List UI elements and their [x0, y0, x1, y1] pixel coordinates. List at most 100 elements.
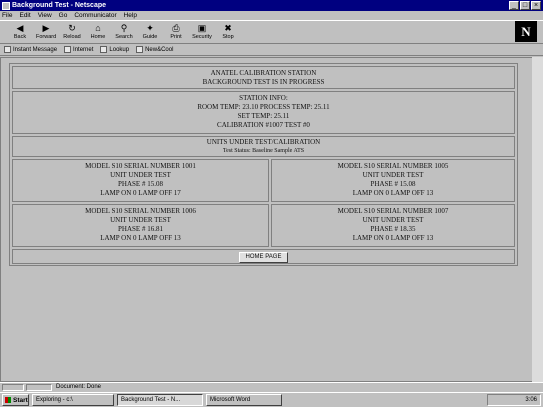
bookmark-icon [100, 46, 108, 53]
guide-button[interactable]: ✦ Guide [140, 23, 160, 43]
task-label: Exploring - c:\ [36, 397, 73, 403]
calibration-number-text: CALIBRATION #1007 TEST #0 [217, 121, 310, 129]
task-label: Background Test - N... [121, 397, 181, 403]
unit-cell-1001: MODEL S10 SERIAL NUMBER 1001 UNIT UNDER … [12, 159, 269, 202]
search-label: Search [115, 34, 133, 40]
unit-lamp: LAMP ON 0 LAMP OFF 17 [100, 189, 181, 197]
vertical-scrollbar[interactable] [532, 57, 543, 382]
unit-serial: MODEL S10 SERIAL NUMBER 1007 [337, 207, 449, 215]
reload-button[interactable]: ↻ Reload [62, 23, 82, 43]
status-table: ANATEL CALIBRATION STATION BACKGROUND TE… [9, 63, 518, 266]
unit-lamp: LAMP ON 0 LAMP OFF 13 [352, 189, 434, 197]
forward-label: Forward [36, 34, 57, 40]
station-info-cell: STATION INFO: ROOM TEMP: 23.10 PROCESS T… [12, 91, 515, 134]
close-button[interactable]: × [531, 1, 541, 10]
menu-bar: File Edit View Go Communicator Help [0, 11, 543, 20]
bookmark-icon [4, 46, 11, 53]
title-bar: Background Test - Netscape _ □ × [0, 0, 543, 11]
forward-button[interactable]: ▶ Forward [36, 23, 56, 43]
print-icon: ⎙ [172, 23, 180, 33]
progress-bar [26, 383, 52, 391]
status-bar: Document: Done [0, 382, 543, 391]
link-label: New&Cool [145, 46, 174, 53]
unit-serial: MODEL S10 SERIAL NUMBER 1006 [85, 207, 196, 215]
home-button[interactable]: ⌂ Home [88, 23, 108, 43]
station-title: ANATEL CALIBRATION STATION [210, 69, 317, 77]
unit-phase: PHASE # 16.81 [118, 225, 163, 233]
back-button[interactable]: ◀ Back [10, 23, 30, 43]
taskbar-netscape[interactable]: Background Test - N... [117, 394, 203, 406]
back-arrow-icon: ◀ [16, 23, 24, 33]
menu-help[interactable]: Help [124, 12, 137, 19]
temperatures-text: ROOM TEMP: 23.10 PROCESS TEMP: 25.11 [197, 103, 330, 111]
bookmark-icon [136, 46, 144, 53]
bookmark-icon [64, 46, 72, 53]
reload-icon: ↻ [68, 23, 76, 33]
guide-label: Guide [142, 34, 158, 40]
test-status-text: Test Status: Baseline Sample ATS [222, 148, 305, 154]
netscape-logo-icon[interactable]: N [515, 21, 537, 42]
window-title: Background Test - Netscape [12, 2, 107, 9]
unit-lamp: LAMP ON 0 LAMP OFF 13 [352, 234, 434, 242]
units-header-cell: UNITS UNDER TEST/CALIBRATION Test Status… [12, 136, 515, 157]
reload-label: Reload [63, 34, 81, 40]
link-label: Instant Message [13, 46, 58, 53]
start-button[interactable]: Start [2, 394, 29, 406]
unit-state: UNIT UNDER TEST [362, 216, 424, 224]
menu-view[interactable]: View [38, 12, 52, 19]
lock-icon: ▣ [197, 23, 207, 33]
unit-state: UNIT UNDER TEST [110, 171, 171, 179]
stop-button[interactable]: ✖ Stop [218, 23, 238, 43]
forward-arrow-icon: ▶ [42, 23, 50, 33]
link-internet[interactable]: Internet [64, 46, 93, 53]
taskbar-word[interactable]: Microsoft Word [206, 394, 282, 406]
unit-cell-1007: MODEL S10 SERIAL NUMBER 1007 UNIT UNDER … [271, 204, 515, 247]
unit-state: UNIT UNDER TEST [362, 171, 424, 179]
station-info-heading: STATION INFO: [239, 94, 288, 102]
taskbar-explorer[interactable]: Exploring - c:\ [32, 394, 114, 406]
taskbar: Start Exploring - c:\ Background Test - … [0, 392, 543, 407]
stop-label: Stop [222, 34, 234, 40]
home-page-button[interactable]: HOME PAGE [238, 252, 289, 263]
search-icon: ⚲ [120, 23, 128, 33]
link-label: Internet [73, 46, 94, 53]
windows-logo-icon [5, 397, 11, 403]
minimize-button[interactable]: _ [509, 1, 519, 10]
start-label: Start [13, 396, 28, 404]
header-cell: ANATEL CALIBRATION STATION BACKGROUND TE… [12, 66, 515, 89]
security-label: Security [192, 34, 212, 40]
link-instant-message[interactable]: Instant Message [4, 46, 57, 53]
page-content: ANATEL CALIBRATION STATION BACKGROUND TE… [0, 57, 543, 382]
status-text: Document: Done [56, 384, 102, 390]
menu-communicator[interactable]: Communicator [74, 12, 116, 19]
test-status-title: BACKGROUND TEST IS IN PROGRESS [202, 78, 325, 86]
menu-edit[interactable]: Edit [19, 12, 30, 19]
stop-icon: ✖ [224, 23, 232, 33]
home-icon: ⌂ [95, 23, 101, 33]
link-new-cool[interactable]: New&Cool [136, 46, 173, 53]
print-label: Print [170, 34, 182, 40]
clock: 3:06 [525, 397, 537, 403]
security-button[interactable]: ▣ Security [192, 23, 212, 43]
guide-icon: ✦ [146, 23, 154, 33]
security-indicator-icon[interactable] [2, 383, 24, 391]
unit-cell-1005: MODEL S10 SERIAL NUMBER 1005 UNIT UNDER … [271, 159, 515, 202]
navigation-toolbar: ◀ Back ▶ Forward ↻ Reload ⌂ Home ⚲ Search ✦ Gu… [0, 20, 543, 44]
home-page-cell: HOME PAGE [12, 249, 515, 264]
menu-file[interactable]: File [2, 12, 12, 19]
unit-phase: PHASE # 18.35 [370, 225, 416, 233]
unit-cell-1006: MODEL S10 SERIAL NUMBER 1006 UNIT UNDER … [12, 204, 269, 247]
unit-serial: MODEL S10 SERIAL NUMBER 1005 [337, 162, 449, 170]
units-heading: UNITS UNDER TEST/CALIBRATION [206, 138, 321, 146]
unit-lamp: LAMP ON 0 LAMP OFF 13 [100, 234, 181, 242]
print-button[interactable]: ⎙ Print [166, 23, 186, 43]
maximize-button[interactable]: □ [520, 1, 530, 10]
back-label: Back [13, 34, 27, 40]
menu-go[interactable]: Go [59, 12, 68, 19]
system-tray: 3:06 [487, 394, 541, 406]
netscape-window-icon[interactable] [2, 1, 10, 10]
unit-phase: PHASE # 15.08 [370, 180, 416, 188]
search-button[interactable]: ⚲ Search [114, 23, 134, 43]
unit-serial: MODEL S10 SERIAL NUMBER 1001 [85, 162, 196, 170]
link-lookup[interactable]: Lookup [100, 46, 129, 53]
